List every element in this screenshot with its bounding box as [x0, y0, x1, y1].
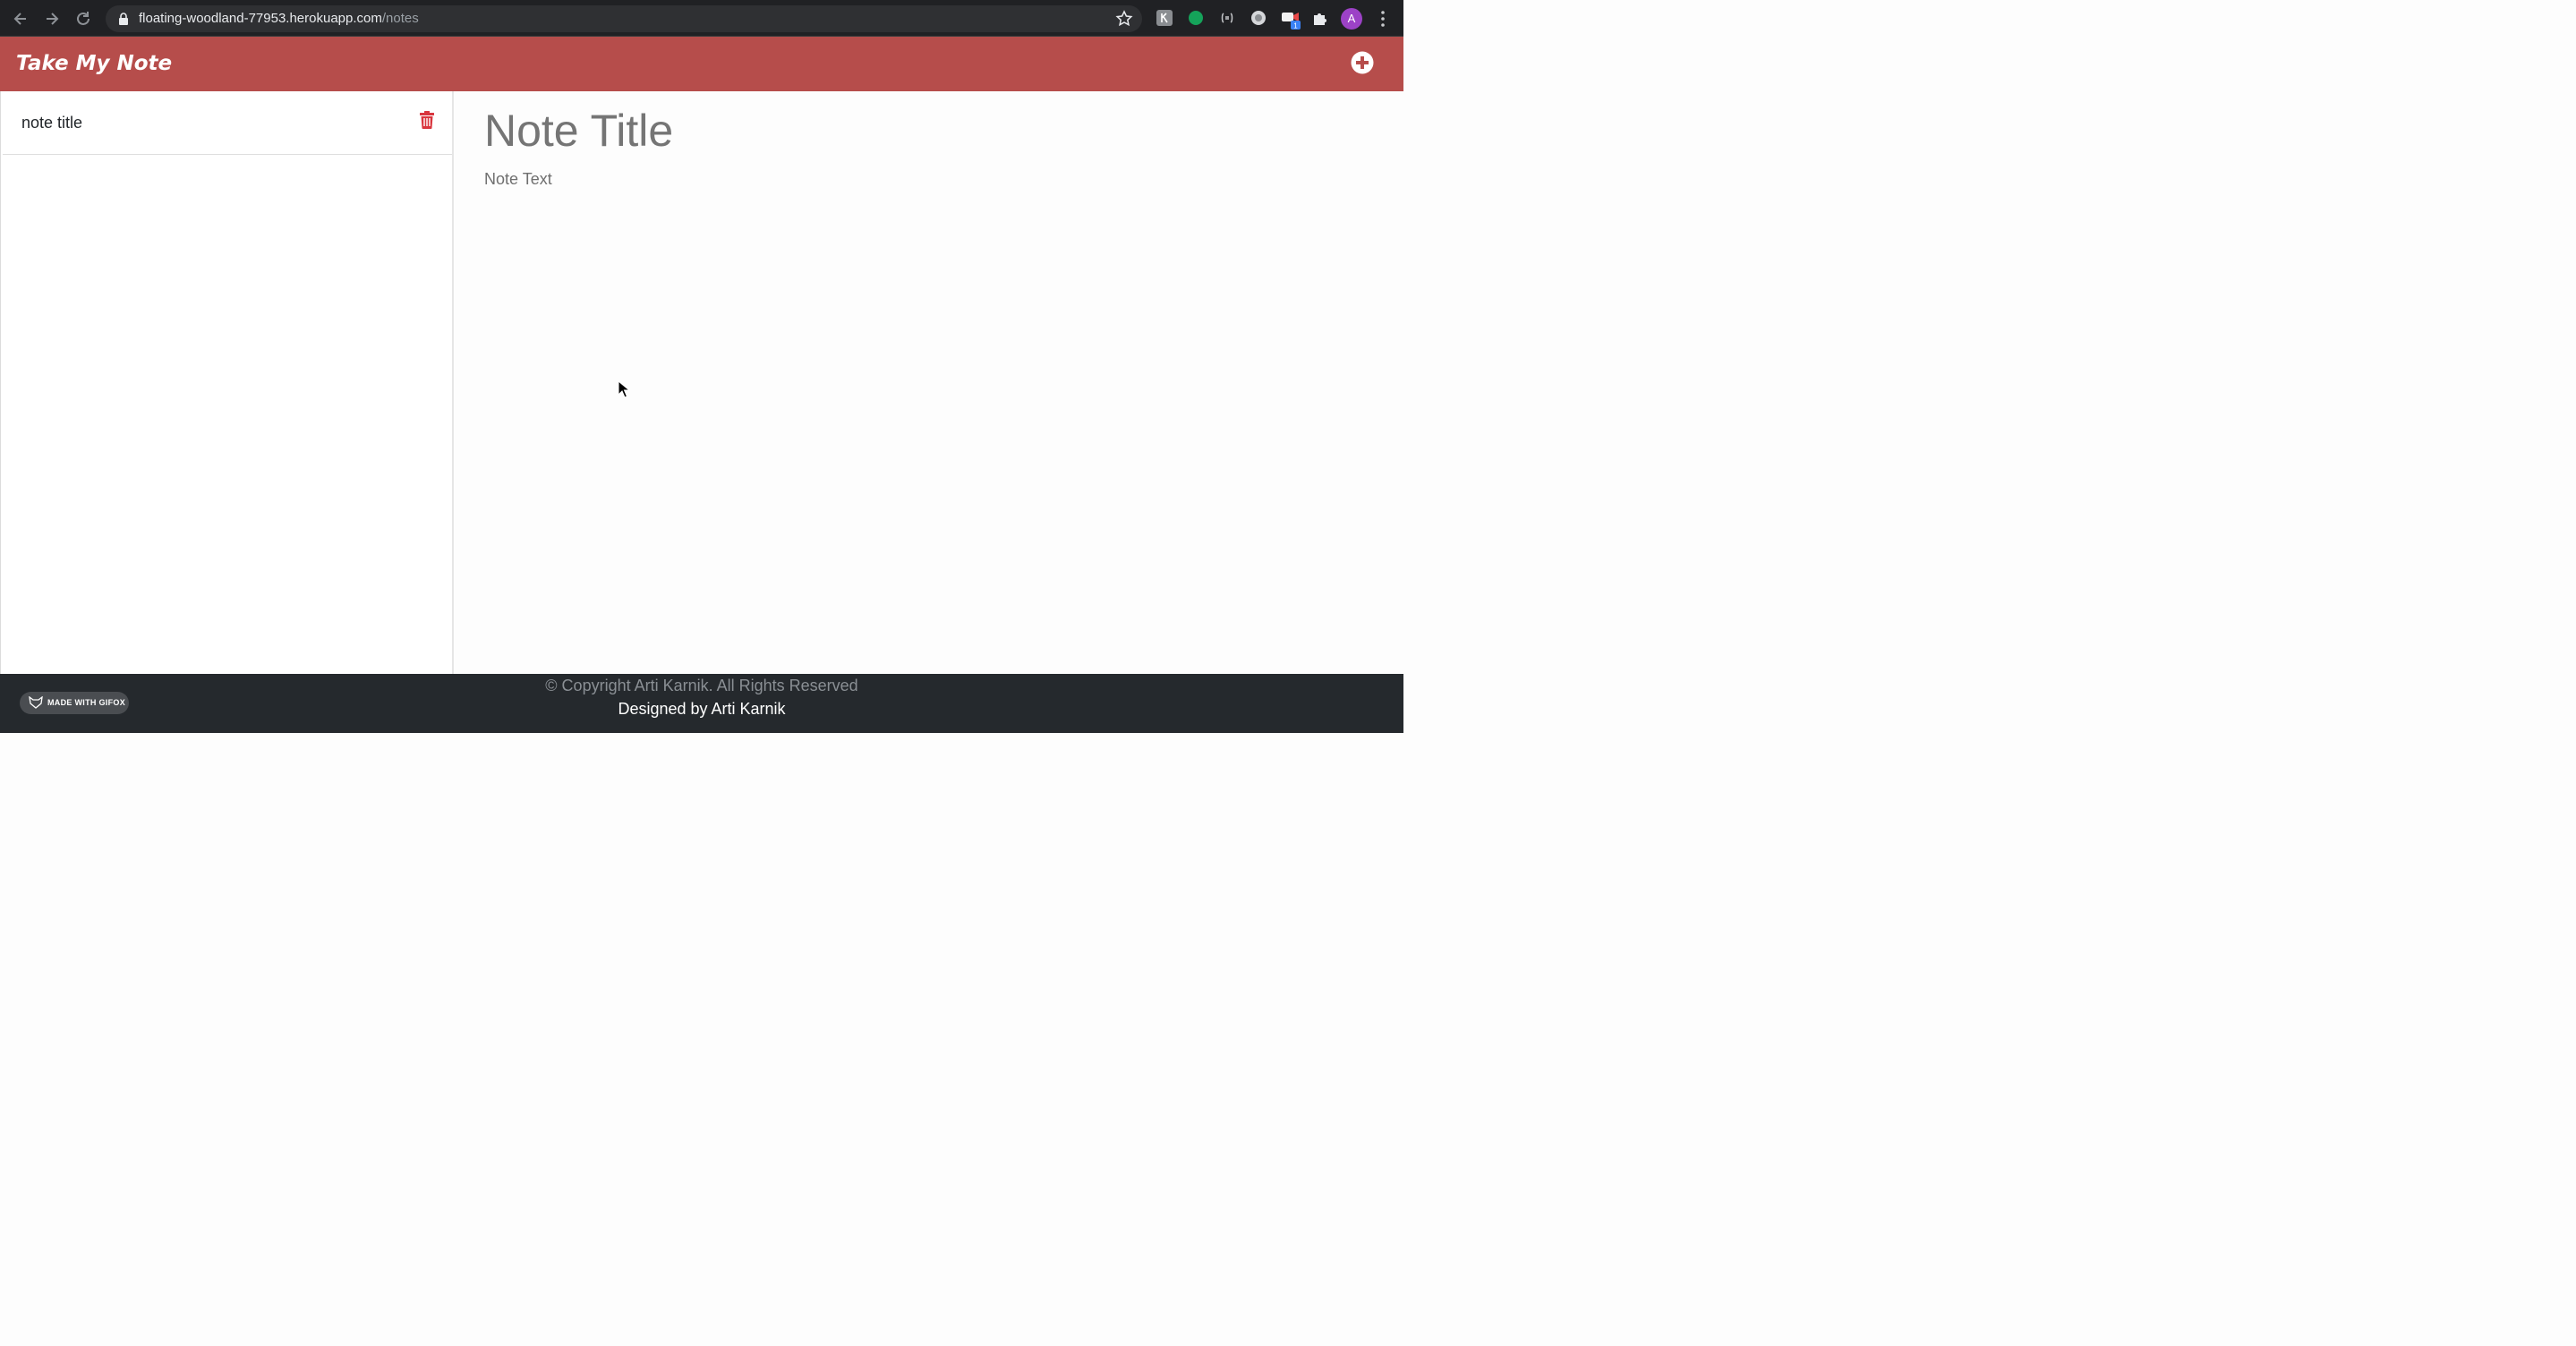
back-button[interactable]: [9, 7, 32, 30]
arrow-right-icon: [47, 13, 59, 25]
page-footer: © Copyright Arti Karnik. All Rights Rese…: [0, 674, 1403, 733]
note-editor: [454, 91, 1403, 674]
brand-title[interactable]: Take My Note: [16, 37, 172, 91]
extension-k-icon[interactable]: [1156, 10, 1173, 26]
puzzle-icon[interactable]: [1312, 10, 1328, 26]
extension-record-icon[interactable]: [1250, 10, 1267, 26]
extension-video-icon[interactable]: 1: [1281, 8, 1302, 30]
reload-button[interactable]: [72, 7, 95, 30]
note-list-item[interactable]: note title: [3, 91, 452, 155]
url-path: /notes: [381, 11, 419, 26]
designed-by-text: Designed by Arti Karnik: [618, 700, 786, 718]
trash-icon[interactable]: [419, 111, 435, 129]
note-list: note title: [0, 91, 454, 674]
extension-badge: 1: [1293, 22, 1298, 30]
gifox-badge: MADE WITH GIFOX: [20, 692, 129, 714]
mouse-cursor-icon: [618, 380, 630, 398]
address-bar[interactable]: floating-woodland-77953.herokuapp.com/no…: [106, 5, 1142, 32]
arrow-left-icon: [13, 13, 26, 25]
note-list-item-title[interactable]: note title: [21, 91, 82, 155]
reload-icon: [77, 12, 90, 25]
url-host: floating-woodland-77953.herokuapp.com: [139, 11, 382, 26]
lock-icon: [119, 13, 128, 25]
copyright-text: © Copyright Arti Karnik. All Rights Rese…: [545, 677, 858, 694]
plus-circle-icon[interactable]: [1351, 51, 1374, 74]
note-title-input[interactable]: [482, 102, 1378, 159]
profile-avatar[interactable]: A: [1341, 8, 1362, 30]
gifox-badge-label: MADE WITH GIFOX: [47, 698, 125, 707]
app-navbar: Take My Note: [0, 37, 1403, 91]
extension-grammarly-icon[interactable]: [1188, 10, 1204, 26]
more-options-icon[interactable]: [1376, 9, 1390, 29]
star-icon[interactable]: [1115, 10, 1133, 28]
browser-toolbar: floating-woodland-77953.herokuapp.com/no…: [0, 0, 1403, 37]
note-text-input[interactable]: [482, 168, 1378, 616]
url-text: floating-woodland-77953.herokuapp.com/no…: [139, 5, 419, 32]
forward-button[interactable]: [40, 7, 64, 30]
fox-icon: [29, 696, 43, 709]
extension-brackets-icon[interactable]: [1219, 10, 1235, 26]
